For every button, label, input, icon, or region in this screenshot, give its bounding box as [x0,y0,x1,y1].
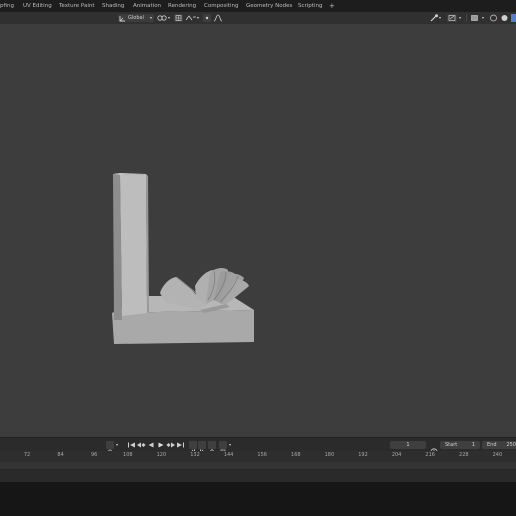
ruler-tick-label: 144 [223,452,234,458]
end-frame-value: 250 [506,442,516,448]
keying-set-button[interactable] [219,441,227,455]
transform-orientation-dropdown[interactable]: Global ▾ [118,14,154,22]
material-shading-button[interactable] [511,14,516,22]
tab-compositing[interactable]: Compositing [204,0,238,12]
proportional-icon [205,16,209,20]
current-frame-field[interactable]: 1 [390,441,426,449]
timeline-header: ▾ ▾ 1 Start 1 End 250 [0,437,516,456]
snap-toggle[interactable] [174,14,183,22]
play-icon[interactable] [157,441,165,449]
grid-icon [175,15,182,21]
timeline-frame-ruler[interactable]: 72 84 96 108 120 132 144 156 168 180 192 204 216 228 2… [0,451,516,462]
keyframe-prev-button[interactable] [189,441,197,455]
tab-uv-editing[interactable]: UV Editing [23,0,52,12]
3d-viewport[interactable] [0,24,516,437]
start-frame-value: 1 [471,442,475,448]
end-frame-field[interactable]: End 250 [482,441,516,449]
ruler-tick-label: 228 [459,452,469,458]
chevron-down-icon[interactable]: ▾ [482,14,484,22]
proportional-edit-toggle[interactable] [203,14,211,22]
timeline-scroll-area[interactable] [0,470,516,482]
overlay-icon [448,15,456,21]
tab-geometry-nodes[interactable]: Geometry Nodes [246,0,292,12]
snap-target-dropdown[interactable] [185,14,197,22]
ruler-tick-label: 168 [291,452,301,458]
wireframe-shading-button[interactable] [489,14,498,22]
solid-sphere-icon [501,15,508,21]
chevron-down-icon[interactable]: ▾ [459,14,461,22]
jump-to-end-icon[interactable] [176,441,185,449]
end-frame-label: End [487,442,497,448]
ruler-tick-label: 132 [190,452,200,458]
jump-to-start-icon[interactable] [127,441,136,449]
wireframe-sphere-icon [490,14,497,22]
gizmo-icon [430,14,438,22]
start-frame-label: Start [445,442,458,448]
ruler-tick-label: 120 [156,452,167,458]
xray-icon [471,15,478,21]
ruler-tick-label: 156 [257,452,267,458]
gizmo-toggle[interactable] [429,14,439,22]
auto-keying-toggle[interactable] [106,441,114,455]
ruler-tick-label: 192 [358,452,368,458]
workspace-tab-bar: pfing UV Editing Texture Paint Shading A… [0,0,516,12]
xray-toggle[interactable] [470,14,479,22]
chevron-down-icon[interactable]: ▾ [197,14,199,22]
chevron-down-icon[interactable]: ▾ [168,14,170,22]
tab-shading[interactable]: Shading [102,0,124,12]
jump-to-keyframe-back-icon[interactable] [137,441,146,449]
keyframe-insert-button[interactable] [208,441,216,455]
keyframe-next-button[interactable] [198,441,206,455]
use-preview-range-button[interactable] [429,441,439,456]
start-frame-field[interactable]: Start 1 [440,441,480,449]
l-shaped-stand-model [112,173,254,344]
ruler-tick-label: 180 [324,452,335,458]
status-bar [0,482,516,516]
overlay-toggle[interactable] [447,14,457,22]
falloff-curve-icon [213,14,223,22]
snap-icon [185,15,196,21]
ruler-tick-label: 240 [492,452,503,458]
tab-texture-paint[interactable]: Texture Paint [59,0,95,12]
add-workspace-button[interactable]: + [329,0,335,12]
ruler-tick-label: 96 [91,452,98,458]
tab-modeling[interactable]: pfing [0,0,14,12]
ruler-tick-label: 84 [57,452,64,458]
chevron-down-icon[interactable]: ▾ [439,14,441,22]
ruler-tick-label: 204 [391,452,402,458]
falloff-dropdown[interactable] [213,14,223,22]
ruler-tick-label: 108 [123,452,133,458]
ruler-tick-label: 216 [425,452,435,458]
header-divider [466,14,467,22]
solid-shading-button[interactable] [500,14,509,22]
play-reverse-icon[interactable] [147,441,155,449]
tab-animation[interactable]: Animation [133,0,161,12]
tab-rendering[interactable]: Rendering [168,0,196,12]
chevron-down-icon: ▾ [149,15,152,20]
ruler-tick-label: 72 [23,452,31,458]
jump-to-keyframe-forward-icon[interactable] [166,441,175,449]
viewport-header: Global ▾ ▾ ▾ ▾ ▾ ▾ [0,12,516,24]
chevron-down-icon[interactable]: ▾ [229,441,231,449]
chevron-down-icon[interactable]: ▾ [116,441,118,449]
tab-scripting[interactable]: Scripting [298,0,322,12]
orientation-label: Global [128,15,144,21]
current-frame-value: 1 [406,442,410,448]
viewport-scene [112,173,254,344]
orientation-axes-icon [119,15,125,21]
link-icon [157,15,167,21]
timeline-track-area[interactable] [0,462,516,470]
